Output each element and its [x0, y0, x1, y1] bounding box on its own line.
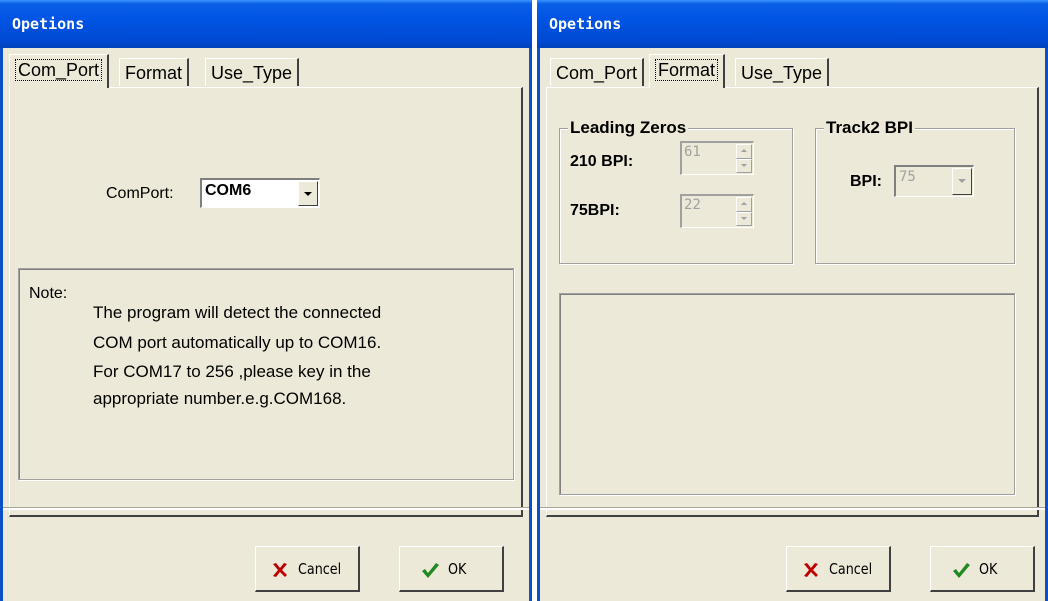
comport-dropdown-button[interactable] [298, 181, 318, 206]
arrow-down-icon [741, 163, 747, 167]
note-line: COM port automatically up to COM16. [93, 333, 382, 352]
track2-bpi-group: Track2 BPI BPI: 75 [815, 118, 1015, 264]
comport-select[interactable]: COM6 [200, 178, 320, 208]
cancel-x-icon [804, 563, 818, 577]
cancel-label: Cancel [829, 560, 873, 578]
tab-panel: ComPort: COM6 Note: The program will det… [9, 87, 523, 517]
info-box [559, 293, 1015, 495]
tab-format[interactable]: Format [649, 54, 726, 88]
spinner-arrows [736, 144, 752, 173]
tab-use-type[interactable]: Use_Type [735, 58, 830, 86]
tab-label: Use_Type [211, 63, 293, 83]
bpi210-value: 61 [684, 144, 701, 160]
cancel-x-icon [273, 563, 287, 577]
tab-label: Com_Port [556, 63, 638, 83]
options-window-left: Opetions Com_Port Format Use_Type ComPor… [0, 0, 532, 601]
chevron-down-icon [304, 192, 312, 196]
comport-value: COM6 [205, 182, 252, 199]
cancel-button[interactable]: Cancel [786, 546, 891, 592]
ok-label: OK [979, 560, 998, 578]
track2-bpi-select[interactable]: 75 [894, 165, 974, 197]
spin-up-button[interactable] [736, 144, 752, 159]
tab-label: Format [125, 63, 183, 83]
leading-zeros-group: Leading Zeros 210 BPI: 61 75BPI: 22 [559, 118, 793, 264]
arrow-up-icon [741, 149, 747, 152]
note-line: The program will detect the connected [93, 303, 382, 322]
note-box: Note: The program will detect the connec… [18, 268, 514, 480]
ok-button[interactable]: OK [399, 546, 504, 592]
window-title: Opetions [0, 0, 532, 48]
ok-label: OK [448, 560, 467, 578]
bpi75-spinner[interactable]: 22 [680, 194, 754, 228]
tab-label: Format [655, 59, 719, 81]
comport-label: ComPort: [106, 185, 174, 202]
tab-strip: Com_Port Format Use_Type [9, 54, 523, 88]
track2-bpi-dropdown-button[interactable] [952, 168, 972, 195]
tab-com-port[interactable]: Com_Port [9, 54, 110, 88]
note-line: For COM17 to 256 ,please key in the [93, 362, 371, 381]
spin-down-button[interactable] [736, 158, 752, 173]
tab-use-type[interactable]: Use_Type [205, 58, 300, 86]
footer-divider [3, 507, 529, 510]
leading-zeros-title: Leading Zeros [568, 118, 689, 138]
arrow-down-icon [741, 216, 747, 220]
window-title: Opetions [537, 0, 1048, 48]
spinner-arrows [736, 197, 752, 226]
arrow-up-icon [741, 202, 747, 205]
track2-bpi-label: BPI: [850, 173, 882, 190]
bpi210-label: 210 BPI: [570, 153, 634, 170]
chevron-down-icon [958, 179, 966, 183]
track2-bpi-value: 75 [899, 169, 916, 185]
checkmark-icon [422, 563, 439, 578]
cancel-button[interactable]: Cancel [255, 546, 360, 592]
note-line: appropriate number.e.g.COM168. [93, 389, 347, 408]
spin-down-button[interactable] [736, 211, 752, 226]
tab-label: Use_Type [741, 63, 823, 83]
note-label: Note: [29, 285, 68, 302]
cancel-label: Cancel [298, 560, 342, 578]
track2-bpi-title: Track2 BPI [824, 118, 915, 138]
tab-strip: Com_Port Format Use_Type [546, 54, 1039, 88]
tab-panel: Leading Zeros 210 BPI: 61 75BPI: 22 Trac… [546, 87, 1039, 517]
checkmark-icon [953, 563, 970, 578]
tab-com-port[interactable]: Com_Port [550, 58, 645, 86]
footer-divider [540, 507, 1045, 510]
bpi210-spinner[interactable]: 61 [680, 141, 754, 175]
ok-button[interactable]: OK [930, 546, 1035, 592]
tab-label: Com_Port [15, 59, 103, 81]
bpi75-label: 75BPI: [570, 202, 620, 219]
tab-format[interactable]: Format [119, 58, 190, 86]
options-window-right: Opetions Com_Port Format Use_Type Leadin… [537, 0, 1048, 601]
bpi75-value: 22 [684, 197, 701, 213]
spin-up-button[interactable] [736, 197, 752, 212]
